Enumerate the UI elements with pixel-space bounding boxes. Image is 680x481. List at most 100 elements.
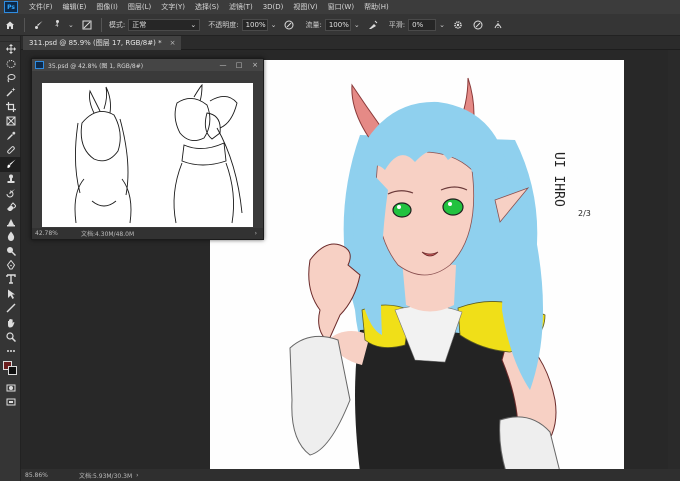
sketch-2-collar [181,142,227,166]
menu-file[interactable]: 文件(F) [24,2,58,12]
document-info[interactable]: 文档:5.93M/30.3M [79,471,132,480]
mode-label: 模式: [108,20,126,29]
app-logo[interactable]: Ps [4,1,18,13]
menu-type[interactable]: 文字(Y) [156,2,190,12]
symmetry-icon[interactable] [491,18,505,32]
pressure-opacity-icon[interactable] [282,18,296,32]
opacity-label: 不透明度: [208,20,239,29]
pressure-size-icon[interactable] [471,18,485,32]
chevron-down-icon[interactable]: ⌄ [354,21,360,29]
sketch-1-horn-right [103,86,111,114]
sketch-2-head [174,98,211,142]
document-tab-bar: 311.psd @ 85.9% (图层 17, RGB/8#) * × [21,36,680,50]
mode-value: 正常 [132,20,147,29]
status-bar: 85.86% 文档:5.93M/30.3M › [21,469,680,481]
opacity-input[interactable]: 100% [241,18,268,31]
menu-edit[interactable]: 编辑(E) [58,2,92,12]
flow-input[interactable]: 100% [324,18,351,31]
opacity-value: 100% [245,20,266,29]
gradient-tool-icon[interactable] [0,215,21,229]
floating-doc-info[interactable]: 文档:4.30M/48.0M [81,229,134,238]
floating-zoom-level[interactable]: 42.78% [35,230,75,237]
eyedropper-icon[interactable] [0,128,21,142]
separator [24,17,25,32]
options-bar: 4 ⌄ 模式: 正常 ⌄ 不透明度: 100% ⌄ 流量: 100% ⌄ 平滑:… [0,14,680,36]
menu-select[interactable]: 选择(S) [190,2,224,12]
date-note: 2/3 [578,209,591,218]
left-sleeve [289,335,351,456]
floating-window-status-bar: 42.78% 文档:4.30M/48.0M › [32,228,263,239]
brush-size-value: 4 [55,23,59,29]
brush-settings-panel-icon[interactable] [80,18,94,32]
home-icon[interactable] [3,18,17,32]
airbrush-icon[interactable] [366,18,380,32]
healing-brush-icon[interactable] [0,143,21,157]
move-tool-icon[interactable] [0,42,21,56]
screen-mode-icon[interactable] [0,395,21,409]
marquee-tool-icon[interactable] [0,56,21,70]
sketch-2-headphones [204,112,221,140]
app-logo-icon [35,61,44,69]
lasso-tool-icon[interactable] [0,71,21,85]
vertical-scrollbar[interactable] [668,50,680,469]
mode-select[interactable]: 正常 ⌄ [128,18,201,31]
zoom-tool-icon[interactable] [0,330,21,344]
path-select-icon[interactable] [0,287,21,301]
magic-wand-icon[interactable] [0,85,21,99]
chevron-right-icon[interactable]: › [255,230,257,237]
menu-layer[interactable]: 图层(L) [123,2,156,12]
document-tab[interactable]: 311.psd @ 85.9% (图层 17, RGB/8#) * × [23,36,182,50]
tools-panel [0,36,21,481]
chevron-right-icon[interactable]: › [136,472,138,479]
photoshop-window: Ps 文件(F) 编辑(E) 图像(I) 图层(L) 文字(Y) 选择(S) 滤… [0,0,680,481]
artboard[interactable]: UI IHRO 2/3 [210,60,624,472]
color-swatches [0,359,21,381]
minimize-icon[interactable]: — [215,61,231,69]
chevron-down-icon[interactable]: ⌄ [68,21,74,29]
clone-stamp-icon[interactable] [0,172,21,186]
chevron-down-icon[interactable]: ⌄ [271,21,277,29]
smoothing-label: 平滑: [388,20,406,29]
floating-document-window[interactable]: 35.psd @ 42.8% (图 1, RGB/8#) — □ × 42.78… [31,58,264,240]
reference-sketch-canvas[interactable] [42,83,253,227]
zoom-level[interactable]: 85.86% [25,472,65,479]
crop-tool-icon[interactable] [0,100,21,114]
floating-window-title: 35.psd @ 42.8% (图 1, RGB/8#) [48,62,144,70]
quick-mask-icon[interactable] [0,381,21,395]
menu-window[interactable]: 窗口(W) [323,2,359,12]
more-tools-icon[interactable] [0,344,21,358]
chevron-down-icon[interactable]: ⌄ [439,21,445,29]
sketch-1-hair [74,118,129,196]
menu-3d[interactable]: 3D(D) [258,3,289,11]
reference-sketch [74,83,243,224]
shape-tool-icon[interactable] [0,301,21,315]
window-controls: — □ × [215,61,263,69]
close-icon[interactable]: × [247,61,263,69]
artist-signature: UI IHRO [551,152,566,207]
sketch-2-ponytail [209,96,238,129]
eraser-icon[interactable] [0,200,21,214]
menu-help[interactable]: 帮助(H) [359,2,394,12]
brush-tool-icon[interactable] [0,157,21,172]
flow-label: 流量: [305,20,322,29]
smoothing-input[interactable]: 0% [408,18,437,31]
gear-icon[interactable] [451,18,465,32]
menu-view[interactable]: 视图(V) [288,2,322,12]
frame-tool-icon[interactable] [0,114,21,128]
brush-preset-icon[interactable] [32,18,46,32]
history-brush-icon[interactable] [0,186,21,200]
floating-window-titlebar[interactable]: 35.psd @ 42.8% (图 1, RGB/8#) — □ × [32,59,263,71]
hand-tool-icon[interactable] [0,315,21,329]
maximize-icon[interactable]: □ [231,61,247,69]
brush-size-picker[interactable]: 4 [52,18,62,32]
dodge-tool-icon[interactable] [0,243,21,257]
blur-tool-icon[interactable] [0,229,21,243]
menu-filter[interactable]: 滤镜(T) [224,2,258,12]
sketch-2-body [173,162,234,224]
pen-tool-icon[interactable] [0,258,21,272]
background-color-swatch[interactable] [8,365,17,375]
chevron-down-icon: ⌄ [190,20,197,29]
menu-image[interactable]: 图像(I) [91,2,123,12]
close-icon[interactable]: × [170,39,176,47]
type-tool-icon[interactable] [0,272,21,286]
